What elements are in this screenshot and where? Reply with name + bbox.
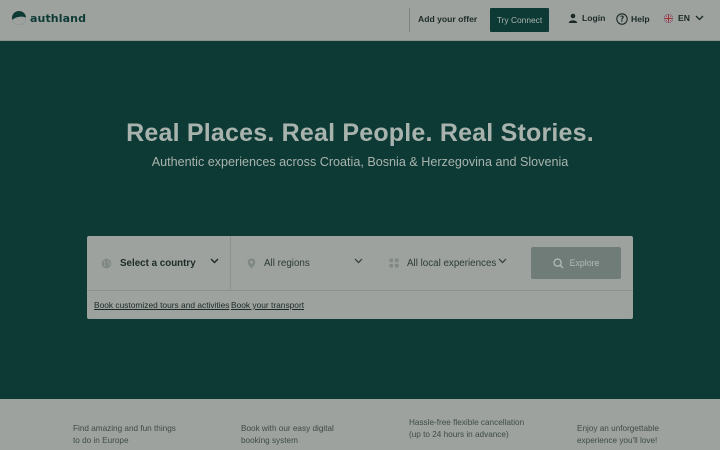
- question-circle-icon: ?: [616, 13, 628, 25]
- login-label: Login: [582, 13, 606, 23]
- add-your-offer-link[interactable]: Add your offer: [418, 14, 477, 24]
- custom-tours-link[interactable]: Book customized tours and activities: [94, 300, 229, 310]
- country-select[interactable]: Select a country: [101, 254, 219, 272]
- chevron-down-icon: [695, 15, 704, 21]
- benefit-flexible-cancellation: Hassle-free flexible cancellation (up to…: [409, 418, 525, 439]
- globe-icon: [101, 258, 112, 268]
- map-pin-icon: [247, 258, 256, 268]
- benefit-easy-booking: Book with our easy digital booking syste…: [241, 424, 334, 445]
- help-button[interactable]: ? Help: [616, 13, 650, 25]
- experience-select[interactable]: All local experiences: [389, 254, 507, 272]
- benefits-strip: Find amazing and fun things to do in Eur…: [0, 399, 720, 450]
- region-select-label: All regions: [264, 257, 310, 269]
- language-selector[interactable]: EN: [664, 13, 704, 23]
- transport-link[interactable]: Book your transport: [231, 300, 304, 310]
- experience-select-label: All local experiences: [407, 257, 497, 269]
- authland-logo-icon: [12, 11, 26, 25]
- search-panel: Select a country All regions All local e…: [87, 236, 633, 319]
- country-select-label: Select a country: [120, 257, 196, 269]
- grid-icon: [389, 258, 399, 268]
- region-select[interactable]: All regions: [247, 254, 363, 272]
- benefit-fun-things: Find amazing and fun things to do in Eur…: [73, 424, 176, 445]
- svg-text:?: ?: [620, 15, 624, 24]
- benefit-unforgettable-experience: Enjoy an unforgettable experience you'll…: [577, 424, 659, 445]
- help-label: Help: [631, 14, 650, 24]
- hero-title: Real Places. Real People. Real Stories.: [126, 119, 594, 147]
- top-navigation-bar: authland Add your offer Try Connect Logi…: [0, 0, 720, 41]
- field-divider: [230, 236, 231, 290]
- login-button[interactable]: Login: [568, 13, 605, 23]
- search-icon: [552, 257, 564, 268]
- chevron-down-icon: [354, 258, 363, 264]
- chevron-down-icon: [498, 258, 507, 264]
- hero-subtitle: Authentic experiences across Croatia, Bo…: [151, 155, 569, 169]
- explore-label: Explore: [569, 258, 600, 268]
- header-divider: [409, 8, 410, 32]
- brand-logo[interactable]: authland: [12, 11, 86, 25]
- brand-name: authland: [30, 11, 87, 25]
- try-connect-button[interactable]: Try Connect: [490, 8, 549, 32]
- explore-button[interactable]: Explore: [531, 247, 621, 279]
- uk-flag-icon: [664, 13, 673, 23]
- chevron-down-icon: [210, 258, 219, 264]
- language-label: EN: [678, 13, 690, 23]
- panel-divider: [87, 290, 633, 291]
- user-icon: [568, 13, 578, 23]
